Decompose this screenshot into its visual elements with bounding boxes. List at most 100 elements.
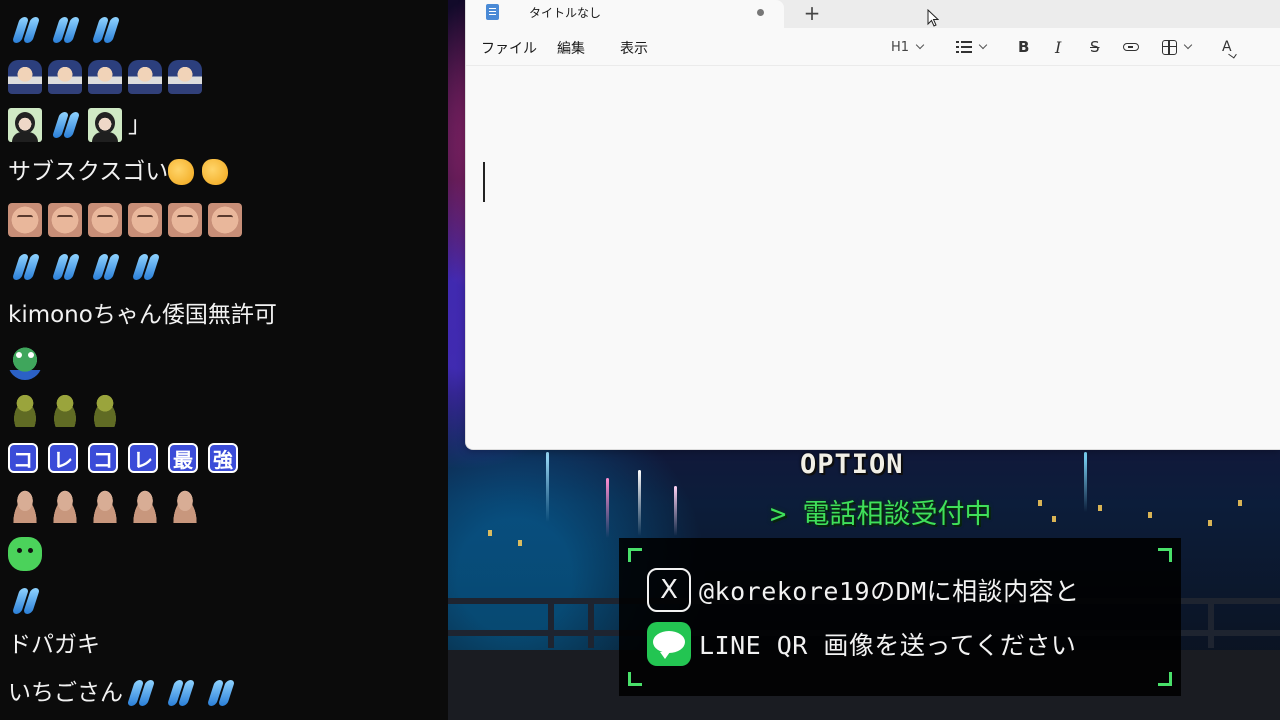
tab-title: タイトルなし bbox=[529, 6, 602, 20]
contact-info-box: X @korekore19のDMに相談内容と LINE QR 画像を送ってくださ… bbox=[619, 538, 1181, 696]
ninja-emote-icon bbox=[48, 60, 82, 94]
chat-message-text: kimonoちゃん倭国無許可 bbox=[8, 302, 277, 328]
city-light bbox=[1098, 505, 1102, 511]
tab-untitled[interactable]: タイトルなし bbox=[466, 0, 784, 28]
ninja-emote-icon bbox=[128, 60, 162, 94]
table-dropdown[interactable] bbox=[1162, 36, 1193, 58]
contact-line-x: X @korekore19のDMに相談内容と bbox=[647, 568, 1080, 612]
ninja-emote-icon bbox=[8, 60, 42, 94]
chat-message-text: ドパガキ bbox=[8, 632, 100, 658]
kana-emote-icon: 最 bbox=[168, 443, 198, 473]
chat-message-text: いちごさん bbox=[8, 680, 123, 706]
chat-panel: 」サブスクスゴい kimonoちゃん倭国無許可コレコレ最強ドパガキいちごさん bbox=[0, 0, 448, 720]
ninja-emote-icon bbox=[88, 60, 122, 94]
strikethrough-button[interactable]: S bbox=[1090, 36, 1100, 58]
text-caret bbox=[483, 162, 485, 202]
kana-emote-icon: 強 bbox=[208, 443, 238, 473]
notepad-icon bbox=[486, 4, 499, 20]
wave-emote-icon bbox=[8, 13, 42, 47]
face-emote-icon bbox=[8, 203, 42, 237]
avatar-emote-icon bbox=[88, 108, 122, 142]
clap-emote-icon bbox=[168, 159, 195, 185]
menu-edit[interactable]: 編集 bbox=[557, 38, 585, 58]
railing-post bbox=[548, 598, 554, 648]
kana-emote-icon: レ bbox=[128, 443, 158, 473]
city-light bbox=[518, 540, 522, 546]
new-tab-button[interactable]: + bbox=[802, 1, 822, 25]
city-light bbox=[1208, 520, 1212, 526]
italic-icon: I bbox=[1055, 37, 1062, 57]
corner-bracket bbox=[628, 548, 642, 562]
chat-message: いちごさん bbox=[8, 673, 243, 713]
clap-emote-icon bbox=[202, 159, 229, 185]
chat-message bbox=[8, 534, 48, 574]
chat-message: kimonoちゃん倭国無許可 bbox=[8, 295, 277, 335]
wave-emote-icon bbox=[48, 13, 82, 47]
city-light bbox=[488, 530, 492, 536]
screen: 」サブスクスゴい kimonoちゃん倭国無許可コレコレ最強ドパガキいちごさん タイ… bbox=[0, 0, 1280, 720]
face-emote-icon bbox=[168, 203, 202, 237]
chat-message bbox=[8, 247, 168, 287]
link-button[interactable] bbox=[1123, 36, 1139, 58]
line-logo-icon bbox=[647, 622, 691, 666]
italic-button[interactable]: I bbox=[1055, 36, 1061, 58]
table-icon bbox=[1162, 39, 1177, 55]
spellcheck-button[interactable]: A bbox=[1222, 36, 1232, 58]
firework bbox=[638, 470, 641, 536]
corner-bracket bbox=[1158, 548, 1172, 562]
turtle-emote-icon bbox=[48, 393, 82, 427]
x-logo-icon: X bbox=[647, 568, 691, 612]
firework bbox=[546, 452, 549, 522]
avatar-emote-icon bbox=[8, 108, 42, 142]
kana-emote-icon: レ bbox=[48, 443, 78, 473]
chat-message: 」 bbox=[8, 105, 151, 145]
face-emote-icon bbox=[48, 203, 82, 237]
chat-message: コレコレ最強 bbox=[8, 438, 248, 478]
phone-consult-status: > 電話相談受付中 bbox=[770, 499, 992, 530]
turtle-emote-icon bbox=[88, 393, 122, 427]
menu-view[interactable]: 表示 bbox=[620, 38, 648, 58]
chat-message bbox=[8, 10, 128, 50]
wave-emote-icon bbox=[203, 676, 237, 710]
frog-emote-icon bbox=[8, 346, 42, 380]
wave-emote-icon bbox=[48, 108, 82, 142]
contact-line-line: LINE QR 画像を送ってください bbox=[647, 622, 1076, 666]
wave-emote-icon bbox=[88, 250, 122, 284]
face-emote-icon bbox=[208, 203, 242, 237]
chat-message-text: 」 bbox=[128, 112, 151, 138]
x-contact-text: @korekore19のDMに相談内容と bbox=[699, 577, 1080, 606]
city-light bbox=[1238, 500, 1242, 506]
bulleted-list-icon bbox=[956, 41, 972, 53]
chat-message: ドパガキ bbox=[8, 625, 100, 665]
chat-message: サブスクスゴい bbox=[8, 152, 236, 192]
chat-message bbox=[8, 57, 208, 97]
chat-message bbox=[8, 390, 128, 430]
link-icon bbox=[1123, 43, 1139, 51]
city-light bbox=[1052, 516, 1056, 522]
bald-emote-icon bbox=[168, 489, 202, 523]
chat-message bbox=[8, 581, 48, 621]
menu-file[interactable]: ファイル bbox=[481, 38, 537, 58]
wave-emote-icon bbox=[123, 676, 157, 710]
firework bbox=[1084, 452, 1087, 512]
chevron-down-icon bbox=[1183, 40, 1193, 50]
wave-emote-icon bbox=[128, 250, 162, 284]
kana-emote-icon: コ bbox=[88, 443, 118, 473]
wave-emote-icon bbox=[8, 250, 42, 284]
wave-emote-icon bbox=[48, 250, 82, 284]
list-dropdown[interactable] bbox=[956, 36, 988, 58]
firework bbox=[606, 478, 609, 538]
heading-dropdown[interactable]: H1 bbox=[891, 36, 925, 58]
wave-emote-icon bbox=[163, 676, 197, 710]
bold-button[interactable]: B bbox=[1018, 36, 1029, 58]
text-editor[interactable] bbox=[466, 66, 1280, 449]
chat-message bbox=[8, 343, 48, 383]
chevron-down-icon bbox=[915, 40, 925, 50]
firework bbox=[674, 486, 677, 536]
railing-post bbox=[588, 598, 594, 648]
face-emote-icon bbox=[128, 203, 162, 237]
unsaved-dot-icon[interactable] bbox=[757, 9, 764, 16]
menu-bar: ファイル 編集 表示 H1 B I S A bbox=[466, 28, 1280, 66]
wave-emote-icon bbox=[88, 13, 122, 47]
option-title: OPTION bbox=[800, 449, 904, 480]
